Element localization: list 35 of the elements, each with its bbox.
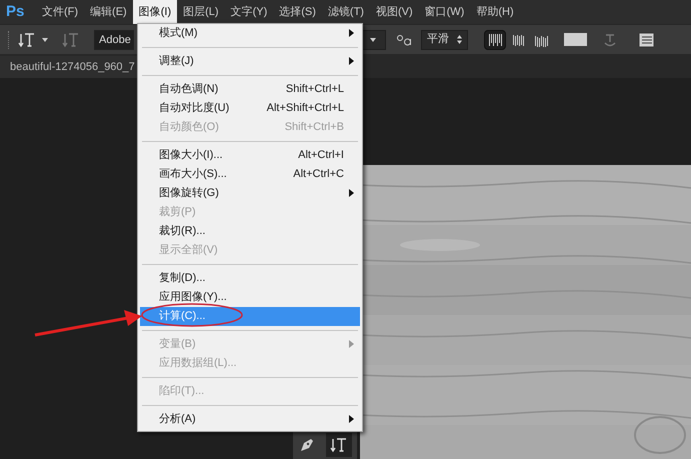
menu-item[interactable]: 画布大小(S)... Alt+Ctrl+C [140, 165, 360, 184]
menu-bar-item[interactable]: 图像(I) [132, 0, 178, 24]
menu-item[interactable]: 分析(A) [140, 410, 360, 429]
caret-icon[interactable] [42, 38, 48, 42]
panel-icon[interactable] [639, 32, 654, 46]
menu-item[interactable]: 模式(M) [140, 24, 360, 43]
align-button[interactable] [484, 30, 506, 50]
menu-item[interactable]: 复制(D)... [140, 269, 360, 288]
type-tool-icon[interactable] [330, 436, 348, 452]
stepper-icon [457, 35, 462, 44]
menu-bar-item[interactable]: 窗口(W) [418, 0, 470, 24]
menu-item[interactable]: 自动对比度(U) Alt+Shift+Ctrl+L [140, 99, 360, 118]
menu-bar-item[interactable]: 图层(L) [177, 0, 225, 24]
type-tool-button[interactable] [326, 432, 352, 456]
menu-item[interactable]: 图像旋转(G) [140, 184, 360, 203]
menu-item[interactable]: 裁切(R)... [140, 222, 360, 241]
menu-bar-item[interactable]: 编辑(E) [84, 0, 133, 24]
font-size-icon[interactable] [396, 34, 412, 46]
menu-bar-item[interactable]: 文件(F) [36, 0, 84, 24]
caret-icon [370, 38, 376, 42]
app-logo: Ps [6, 2, 26, 22]
menu-bar-item[interactable]: 视图(V) [370, 0, 419, 24]
menu-bar-item[interactable]: 滤镜(T) [322, 0, 370, 24]
menu-bar-item[interactable]: 帮助(H) [470, 0, 520, 24]
menu-item[interactable]: 应用图像(Y)... [140, 288, 360, 307]
font-field[interactable]: Adobe [94, 30, 134, 50]
color-swatch[interactable] [564, 33, 587, 46]
menu-item[interactable]: 图像大小(I)... Alt+Ctrl+I [140, 146, 360, 165]
text-align-icon [486, 32, 504, 46]
menu-item[interactable]: 自动色调(N) Shift+Ctrl+L [140, 80, 360, 99]
menu-bar-item[interactable]: 文字(Y) [224, 0, 274, 24]
menu-bar-item[interactable]: 选择(S) [273, 0, 322, 24]
warp-text-icon[interactable] [603, 32, 617, 48]
text-orientation-icon[interactable] [18, 32, 36, 48]
antialias-select[interactable]: 平滑 [421, 30, 468, 50]
